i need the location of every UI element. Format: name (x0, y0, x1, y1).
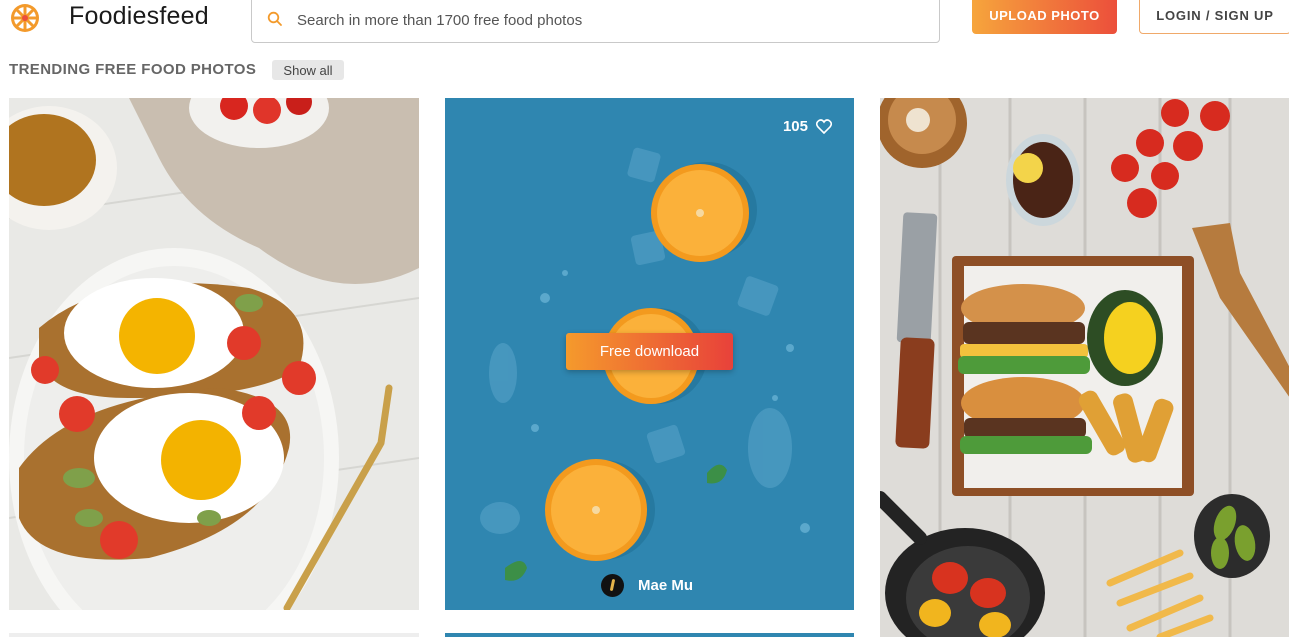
login-signup-button[interactable]: LOGIN / SIGN UP (1139, 0, 1289, 34)
author-name[interactable]: Mae Mu (638, 577, 693, 594)
search-bar[interactable] (251, 0, 940, 43)
section-title: TRENDING FREE FOOD PHOTOS (9, 61, 257, 78)
search-input[interactable] (297, 5, 917, 35)
likes-count: 105 (782, 118, 808, 135)
eggs-avocado-toast-photo[interactable] (9, 98, 419, 610)
next-row-card-edge (445, 633, 854, 637)
show-all-button[interactable]: Show all (272, 60, 344, 80)
photo-card-eggs-toast[interactable] (9, 98, 419, 610)
likes-counter[interactable]: 105 (783, 118, 832, 135)
avatar (601, 574, 624, 597)
heart-icon[interactable] (816, 119, 832, 134)
search-icon (267, 11, 282, 26)
site-header: Foodiesfeed UPLOAD PHOTO LOGIN / SIGN UP (0, 0, 1289, 50)
free-download-button[interactable]: Free download (566, 333, 733, 370)
author-credit[interactable]: Mae Mu (601, 574, 693, 597)
orange-slice-logo-icon[interactable] (10, 3, 40, 33)
upload-photo-button[interactable]: UPLOAD PHOTO (972, 0, 1117, 34)
photo-card-oranges[interactable]: 105 Free download Mae Mu (445, 98, 854, 610)
brand-name[interactable]: Foodiesfeed (69, 2, 209, 31)
photo-card-burgers[interactable] (880, 98, 1289, 637)
burgers-fries-board-photo[interactable] (880, 98, 1289, 637)
next-row-card-edge (9, 633, 419, 637)
